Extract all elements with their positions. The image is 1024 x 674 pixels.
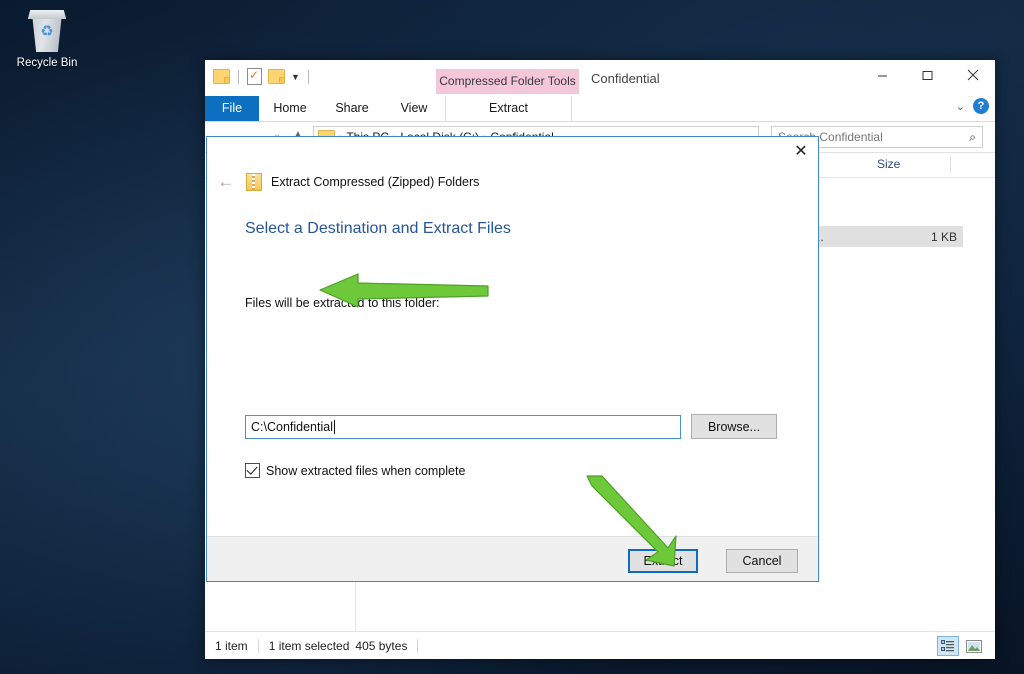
desktop-icon-recycle-bin[interactable]: ♻ Recycle Bin: [8, 8, 86, 69]
dialog-footer: Extract Cancel: [207, 536, 818, 581]
minimize-button[interactable]: [860, 60, 905, 90]
show-extracted-checkbox-row[interactable]: Show extracted files when complete: [245, 463, 465, 478]
tab-share[interactable]: Share: [321, 96, 383, 121]
chevron-down-icon[interactable]: ⌄: [956, 100, 965, 113]
status-selection-size: 405 bytes: [355, 638, 408, 653]
status-selection: 1 item selected: [268, 638, 350, 653]
dialog-title: Extract Compressed (Zipped) Folders: [271, 175, 480, 189]
new-folder-icon[interactable]: [268, 69, 285, 84]
cancel-button[interactable]: Cancel: [726, 549, 798, 573]
title-bar: ▼ Compressed Folder Tools Confidential: [205, 60, 995, 96]
show-extracted-checkbox[interactable]: [245, 463, 260, 478]
recycle-bin-label: Recycle Bin: [16, 57, 78, 69]
customize-caret-icon[interactable]: ▼: [291, 71, 300, 83]
recycle-bin-icon: ♻: [23, 8, 71, 54]
browse-button[interactable]: Browse...: [691, 414, 777, 439]
window-title: Confidential: [591, 71, 660, 86]
status-bar: 1 item 1 item selected 405 bytes: [205, 631, 995, 659]
path-input[interactable]: C:\Confidential: [245, 415, 681, 439]
close-button[interactable]: [950, 60, 995, 90]
details-view-button[interactable]: [937, 636, 959, 656]
path-value: C:\Confidential: [251, 420, 333, 434]
status-divider: [257, 638, 259, 653]
tab-file[interactable]: File: [205, 96, 259, 121]
quick-access-toolbar: ▼: [213, 68, 311, 85]
extract-button[interactable]: Extract: [628, 549, 698, 573]
tab-extract[interactable]: Extract: [445, 96, 572, 121]
show-extracted-label: Show extracted files when complete: [266, 463, 466, 478]
window-controls: [860, 60, 995, 90]
tab-view[interactable]: View: [383, 96, 445, 121]
help-icon[interactable]: ?: [973, 98, 989, 114]
text-cursor: [334, 420, 335, 434]
contextual-tab-group-label: Compressed Folder Tools: [436, 69, 579, 94]
file-size: 1 KB: [930, 229, 957, 244]
column-header-size[interactable]: Size: [877, 157, 900, 171]
ribbon-tab-strip: File Home Share View Extract ⌄ ?: [205, 96, 995, 122]
properties-icon[interactable]: [247, 68, 262, 85]
dialog-heading: Select a Destination and Extract Files: [245, 220, 511, 237]
extract-dialog: ✕ ← Extract Compressed (Zipped) Folders …: [206, 136, 819, 582]
tab-home[interactable]: Home: [259, 96, 321, 121]
column-divider-2: [950, 156, 951, 173]
large-icons-view-button[interactable]: [963, 636, 985, 656]
zip-folder-icon: [246, 173, 262, 191]
folder-icon[interactable]: [213, 69, 230, 84]
dialog-close-icon[interactable]: ✕: [788, 140, 814, 162]
ribbon-right-controls: ⌄ ?: [956, 98, 989, 114]
dialog-back-button[interactable]: ←: [215, 171, 237, 193]
view-toggle-group: [937, 636, 985, 656]
search-icon: ⌕: [969, 129, 976, 144]
maximize-button[interactable]: [905, 60, 950, 90]
status-divider-2: [417, 638, 419, 653]
status-item-count: 1 item: [215, 638, 248, 653]
qat-divider: [238, 69, 239, 84]
path-label: Files will be extracted to this folder:: [245, 296, 440, 310]
qat-divider-2: [307, 69, 309, 84]
dialog-header: ← Extract Compressed (Zipped) Folders: [215, 171, 479, 193]
